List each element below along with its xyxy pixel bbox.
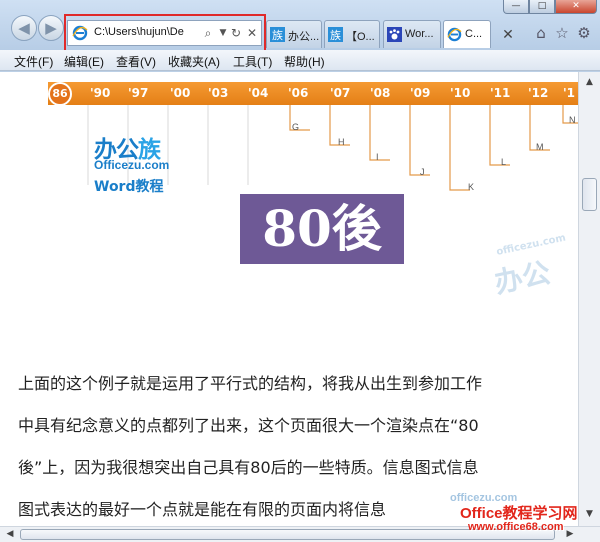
address-highlight-box — [64, 14, 266, 52]
gear-icon[interactable]: ⚙ — [575, 24, 593, 42]
minimize-button[interactable]: — — [503, 0, 529, 14]
tab-word[interactable]: Wor... — [383, 20, 441, 48]
menu-favorites[interactable]: 收藏夹(A) — [168, 53, 220, 70]
timeline-letter: G — [292, 122, 300, 132]
vertical-scrollbar[interactable]: ▲ ▼ — [578, 72, 600, 526]
timeline-letter: M — [536, 142, 544, 152]
hero-title: 80後 — [262, 199, 382, 258]
favorites-star-icon[interactable]: ☆ — [553, 24, 571, 42]
timeline-letter: H — [338, 137, 345, 147]
home-icon[interactable]: ⌂ — [532, 24, 550, 42]
timeline-year: '97 — [128, 86, 149, 100]
page-content: 86 '90 '97 '00 '03 '04 '06 '07 '08 '09 '… — [0, 72, 578, 526]
tab-office-article[interactable]: 族 【O... — [324, 20, 380, 48]
paragraph-line: 图式表达的最好一个点就是能在有限的页面内将信息 — [18, 500, 387, 519]
browser-titlebar: ◀ ▶ C:\Users\hujun\De ⌕ ▼ ↻ ✕ 族 办公... 族 … — [0, 0, 600, 52]
tab-close-button[interactable]: ✕ — [496, 24, 520, 46]
timeline-start-marker: 86 — [48, 82, 72, 106]
menu-bar: 文件(F) 编辑(E) 查看(V) 收藏夹(A) 工具(T) 帮助(H) — [0, 50, 600, 71]
ie-page-icon — [447, 27, 462, 42]
menu-help[interactable]: 帮助(H) — [284, 53, 325, 70]
timeline-year: '08 — [370, 86, 391, 100]
site-watermark-url: www.office68.com — [468, 521, 564, 533]
back-arrow-icon: ◀ — [18, 19, 30, 37]
timeline-year: '1 — [563, 86, 576, 100]
timeline-year: '11 — [490, 86, 511, 100]
timeline-year: '04 — [248, 86, 269, 100]
officezu-favicon-icon: 族 — [328, 27, 343, 42]
menu-tools[interactable]: 工具(T) — [233, 53, 272, 70]
site-watermark: officezu.com Office教程学习网 www.office68.co… — [400, 492, 600, 542]
tab-label: 【O... — [346, 31, 375, 43]
svg-text:族: 族 — [272, 28, 283, 42]
maximize-button[interactable]: □ — [529, 0, 555, 14]
officezu-watermark: officezu.com 办公 — [482, 231, 578, 318]
tab-officezu[interactable]: 族 办公... — [266, 20, 322, 48]
timeline-letter: I — [376, 152, 379, 162]
timeline-letter: N — [569, 115, 576, 125]
menu-file[interactable]: 文件(F) — [14, 53, 53, 70]
timeline-year: '07 — [330, 86, 351, 100]
close-icon: ✕ — [502, 27, 514, 43]
forward-button[interactable]: ▶ — [38, 15, 64, 41]
timeline-letter: K — [468, 182, 475, 192]
tab-current[interactable]: C... — [443, 20, 491, 48]
timeline-year: '90 — [90, 86, 111, 100]
svg-text:族: 族 — [330, 28, 341, 42]
timeline-year: '12 — [528, 86, 549, 100]
timeline-letter: L — [501, 157, 507, 167]
tab-label: C... — [465, 28, 483, 40]
timeline-letter: J — [420, 167, 425, 177]
officezu-favicon-icon: 族 — [270, 27, 285, 42]
officezu-logo: 办公族 Officezu.com Word教程 — [94, 130, 194, 202]
timeline-year: '00 — [170, 86, 191, 100]
timeline-year: '09 — [410, 86, 431, 100]
vertical-scroll-thumb[interactable] — [582, 178, 597, 211]
menu-view[interactable]: 查看(V) — [116, 53, 156, 70]
watermark-brand: 办公 — [491, 255, 554, 300]
timeline-year: '06 — [288, 86, 309, 100]
logo-domain: Officezu.com — [94, 158, 170, 172]
tab-label: Wor... — [405, 28, 434, 40]
menu-edit[interactable]: 编辑(E) — [64, 53, 104, 70]
scroll-left-arrow-icon[interactable]: ◀ — [2, 527, 18, 542]
paragraph-line: 上面的这个例子就是运用了平行式的结构，将我从出生到参加工作 — [18, 374, 483, 393]
paw-favicon-icon — [387, 27, 402, 42]
tab-label: 办公... — [288, 31, 320, 43]
forward-arrow-icon: ▶ — [45, 19, 57, 37]
timeline-year: '03 — [208, 86, 229, 100]
timeline-year: '10 — [450, 86, 471, 100]
back-button[interactable]: ◀ — [11, 15, 37, 41]
scroll-up-arrow-icon[interactable]: ▲ — [581, 74, 598, 91]
hero-banner: 80後 — [240, 194, 404, 264]
logo-word-tutorial: Word教程 — [94, 179, 164, 195]
paragraph-line: 後”上，因为我很想突出自己具有80后的一些特质。信息图式信息 — [18, 458, 479, 477]
window-close-button[interactable]: ✕ — [555, 0, 597, 14]
site-watermark-brand: Office教程学习网 — [460, 505, 578, 522]
paragraph-line: 中具有纪念意义的点都列了出来，这个页面很大一个渲染点在“80 — [18, 416, 479, 435]
